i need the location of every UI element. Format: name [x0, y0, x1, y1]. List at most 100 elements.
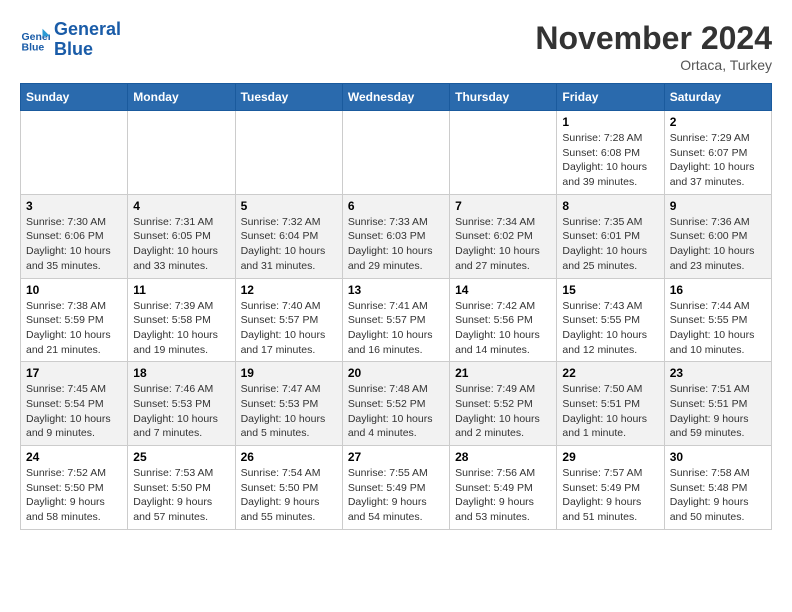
day-info: Sunrise: 7:33 AM Sunset: 6:03 PM Dayligh…	[348, 215, 444, 274]
calendar-cell: 2Sunrise: 7:29 AM Sunset: 6:07 PM Daylig…	[664, 111, 771, 195]
calendar-cell: 30 Sunrise: 7:58 AM Sunset: 5:48 PM Dayli…	[664, 446, 771, 530]
calendar-header: SundayMondayTuesdayWednesdayThursdayFrid…	[21, 84, 772, 111]
day-number: 5	[241, 199, 337, 213]
day-number: 21	[455, 366, 551, 380]
day-info: Sunrise: 7:36 AM Sunset: 6:00 PM Dayligh…	[670, 215, 766, 274]
day-number: 24	[26, 450, 122, 464]
day-info: Sunrise: 7:31 AM Sunset: 6:05 PM Dayligh…	[133, 215, 229, 274]
calendar-cell: 17 Sunrise: 7:45 AM Sunset: 5:54 PM Dayli…	[21, 362, 128, 446]
day-info: Sunrise: 7:49 AM Sunset: 5:52 PM Dayligh…	[455, 382, 551, 441]
day-info: Sunrise: 7:35 AM Sunset: 6:01 PM Dayligh…	[562, 215, 658, 274]
calendar-table: SundayMondayTuesdayWednesdayThursdayFrid…	[20, 83, 772, 530]
calendar-week-row: 3Sunrise: 7:30 AM Sunset: 6:06 PM Daylig…	[21, 194, 772, 278]
day-number: 16	[670, 283, 766, 297]
day-number: 2	[670, 115, 766, 129]
calendar-cell: 5 Sunrise: 7:32 AM Sunset: 6:04 PM Daylig…	[235, 194, 342, 278]
day-number: 11	[133, 283, 229, 297]
day-number: 7	[455, 199, 551, 213]
weekday-header: Wednesday	[342, 84, 449, 111]
day-number: 8	[562, 199, 658, 213]
calendar-cell: 4 Sunrise: 7:31 AM Sunset: 6:05 PM Daylig…	[128, 194, 235, 278]
calendar-week-row: 24 Sunrise: 7:52 AM Sunset: 5:50 PM Dayli…	[21, 446, 772, 530]
day-info: Sunrise: 7:28 AM Sunset: 6:08 PM Dayligh…	[562, 131, 658, 190]
weekday-header: Tuesday	[235, 84, 342, 111]
day-info: Sunrise: 7:50 AM Sunset: 5:51 PM Dayligh…	[562, 382, 658, 441]
calendar-cell: 6 Sunrise: 7:33 AM Sunset: 6:03 PM Daylig…	[342, 194, 449, 278]
day-number: 25	[133, 450, 229, 464]
day-number: 29	[562, 450, 658, 464]
day-info: Sunrise: 7:47 AM Sunset: 5:53 PM Dayligh…	[241, 382, 337, 441]
calendar-cell: 18Sunrise: 7:46 AM Sunset: 5:53 PM Dayli…	[128, 362, 235, 446]
weekday-header: Friday	[557, 84, 664, 111]
day-info: Sunrise: 7:46 AM Sunset: 5:53 PM Dayligh…	[133, 382, 229, 441]
day-number: 30	[670, 450, 766, 464]
day-info: Sunrise: 7:52 AM Sunset: 5:50 PM Dayligh…	[26, 466, 122, 525]
calendar-cell	[21, 111, 128, 195]
logo-icon: General Blue	[20, 25, 50, 55]
logo-line1: General	[54, 20, 121, 40]
day-number: 26	[241, 450, 337, 464]
calendar-cell: 27Sunrise: 7:55 AM Sunset: 5:49 PM Dayli…	[342, 446, 449, 530]
day-number: 9	[670, 199, 766, 213]
day-info: Sunrise: 7:57 AM Sunset: 5:49 PM Dayligh…	[562, 466, 658, 525]
calendar-cell	[128, 111, 235, 195]
calendar-cell	[450, 111, 557, 195]
day-info: Sunrise: 7:43 AM Sunset: 5:55 PM Dayligh…	[562, 299, 658, 358]
calendar-cell: 23Sunrise: 7:51 AM Sunset: 5:51 PM Dayli…	[664, 362, 771, 446]
calendar-cell: 22Sunrise: 7:50 AM Sunset: 5:51 PM Dayli…	[557, 362, 664, 446]
calendar-cell: 15Sunrise: 7:43 AM Sunset: 5:55 PM Dayli…	[557, 278, 664, 362]
day-number: 10	[26, 283, 122, 297]
title-block: November 2024 Ortaca, Turkey	[535, 20, 772, 73]
calendar-cell: 24 Sunrise: 7:52 AM Sunset: 5:50 PM Dayli…	[21, 446, 128, 530]
weekday-header: Thursday	[450, 84, 557, 111]
calendar-body: 1 Sunrise: 7:28 AM Sunset: 6:08 PM Daylig…	[21, 111, 772, 530]
weekday-header: Monday	[128, 84, 235, 111]
calendar-cell	[235, 111, 342, 195]
calendar-cell: 9 Sunrise: 7:36 AM Sunset: 6:00 PM Daylig…	[664, 194, 771, 278]
calendar-week-row: 17 Sunrise: 7:45 AM Sunset: 5:54 PM Dayli…	[21, 362, 772, 446]
day-info: Sunrise: 7:34 AM Sunset: 6:02 PM Dayligh…	[455, 215, 551, 274]
svg-text:Blue: Blue	[22, 41, 45, 53]
day-number: 6	[348, 199, 444, 213]
day-number: 28	[455, 450, 551, 464]
day-number: 13	[348, 283, 444, 297]
calendar-cell: 16 Sunrise: 7:44 AM Sunset: 5:55 PM Dayli…	[664, 278, 771, 362]
calendar-cell: 11 Sunrise: 7:39 AM Sunset: 5:58 PM Dayli…	[128, 278, 235, 362]
calendar-cell: 13 Sunrise: 7:41 AM Sunset: 5:57 PM Dayli…	[342, 278, 449, 362]
day-info: Sunrise: 7:58 AM Sunset: 5:48 PM Dayligh…	[670, 466, 766, 525]
day-info: Sunrise: 7:32 AM Sunset: 6:04 PM Dayligh…	[241, 215, 337, 274]
day-number: 17	[26, 366, 122, 380]
day-number: 12	[241, 283, 337, 297]
calendar-cell: 10Sunrise: 7:38 AM Sunset: 5:59 PM Dayli…	[21, 278, 128, 362]
location: Ortaca, Turkey	[535, 57, 772, 73]
calendar-cell: 14Sunrise: 7:42 AM Sunset: 5:56 PM Dayli…	[450, 278, 557, 362]
day-number: 20	[348, 366, 444, 380]
day-info: Sunrise: 7:40 AM Sunset: 5:57 PM Dayligh…	[241, 299, 337, 358]
logo-line2: Blue	[54, 40, 121, 60]
calendar-cell: 19 Sunrise: 7:47 AM Sunset: 5:53 PM Dayli…	[235, 362, 342, 446]
day-number: 27	[348, 450, 444, 464]
calendar-cell: 20 Sunrise: 7:48 AM Sunset: 5:52 PM Dayli…	[342, 362, 449, 446]
weekday-row: SundayMondayTuesdayWednesdayThursdayFrid…	[21, 84, 772, 111]
day-info: Sunrise: 7:39 AM Sunset: 5:58 PM Dayligh…	[133, 299, 229, 358]
logo: General Blue General Blue	[20, 20, 121, 60]
day-number: 23	[670, 366, 766, 380]
day-info: Sunrise: 7:44 AM Sunset: 5:55 PM Dayligh…	[670, 299, 766, 358]
month-title: November 2024	[535, 20, 772, 57]
day-info: Sunrise: 7:30 AM Sunset: 6:06 PM Dayligh…	[26, 215, 122, 274]
calendar-cell: 28Sunrise: 7:56 AM Sunset: 5:49 PM Dayli…	[450, 446, 557, 530]
day-info: Sunrise: 7:48 AM Sunset: 5:52 PM Dayligh…	[348, 382, 444, 441]
day-number: 4	[133, 199, 229, 213]
day-info: Sunrise: 7:45 AM Sunset: 5:54 PM Dayligh…	[26, 382, 122, 441]
day-number: 19	[241, 366, 337, 380]
day-info: Sunrise: 7:53 AM Sunset: 5:50 PM Dayligh…	[133, 466, 229, 525]
day-number: 1	[562, 115, 658, 129]
calendar-cell: 1 Sunrise: 7:28 AM Sunset: 6:08 PM Daylig…	[557, 111, 664, 195]
calendar-cell: 26 Sunrise: 7:54 AM Sunset: 5:50 PM Dayli…	[235, 446, 342, 530]
calendar-cell: 12 Sunrise: 7:40 AM Sunset: 5:57 PM Dayli…	[235, 278, 342, 362]
calendar-cell	[342, 111, 449, 195]
day-info: Sunrise: 7:54 AM Sunset: 5:50 PM Dayligh…	[241, 466, 337, 525]
calendar-week-row: 1 Sunrise: 7:28 AM Sunset: 6:08 PM Daylig…	[21, 111, 772, 195]
day-info: Sunrise: 7:41 AM Sunset: 5:57 PM Dayligh…	[348, 299, 444, 358]
calendar-cell: 8 Sunrise: 7:35 AM Sunset: 6:01 PM Daylig…	[557, 194, 664, 278]
